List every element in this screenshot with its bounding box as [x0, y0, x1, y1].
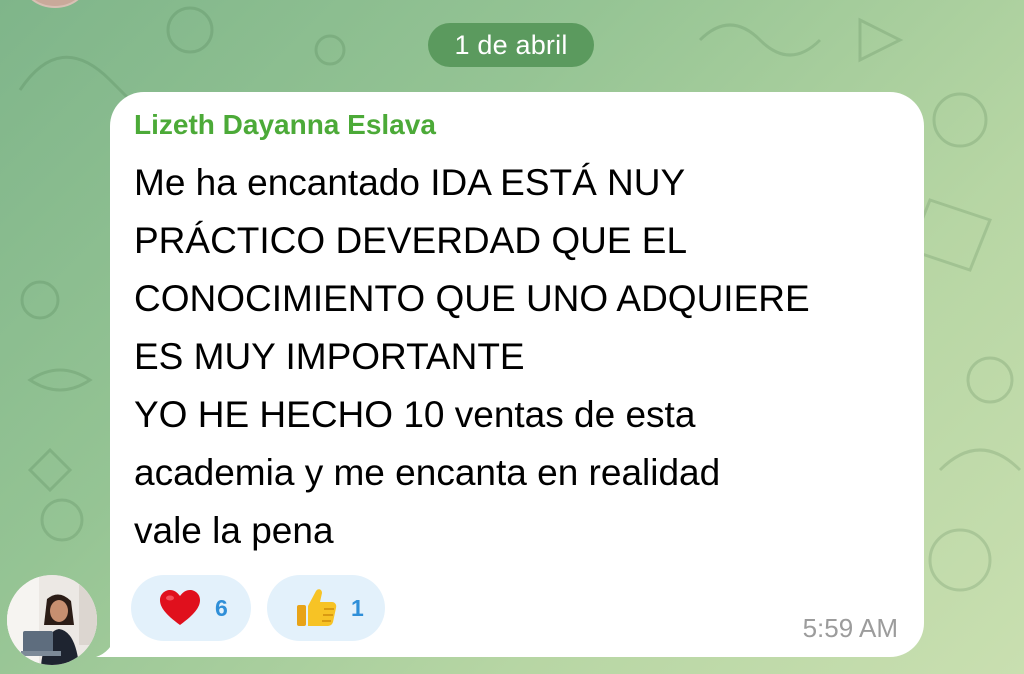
date-divider: 1 de abril — [428, 23, 594, 67]
sender-name[interactable]: Lizeth Dayanna Eslava — [134, 109, 436, 141]
reaction-heart[interactable]: 6 — [131, 575, 251, 641]
message-bubble[interactable]: Lizeth Dayanna Eslava Me ha encantado ID… — [110, 92, 924, 657]
message-timestamp: 5:59 AM — [802, 613, 898, 643]
red-heart-icon — [160, 590, 200, 625]
sender-avatar[interactable] — [7, 575, 97, 665]
thumbs-up-icon — [297, 589, 337, 626]
previous-avatar[interactable] — [22, 0, 88, 8]
reaction-thumbs-up[interactable]: 1 — [267, 575, 385, 641]
reaction-count: 1 — [351, 594, 364, 621]
reaction-count: 6 — [215, 594, 228, 621]
message-text: Me ha encantado IDA ESTÁ NUY PRÁCTICO DE… — [134, 162, 810, 551]
person-photo-icon — [7, 575, 97, 665]
